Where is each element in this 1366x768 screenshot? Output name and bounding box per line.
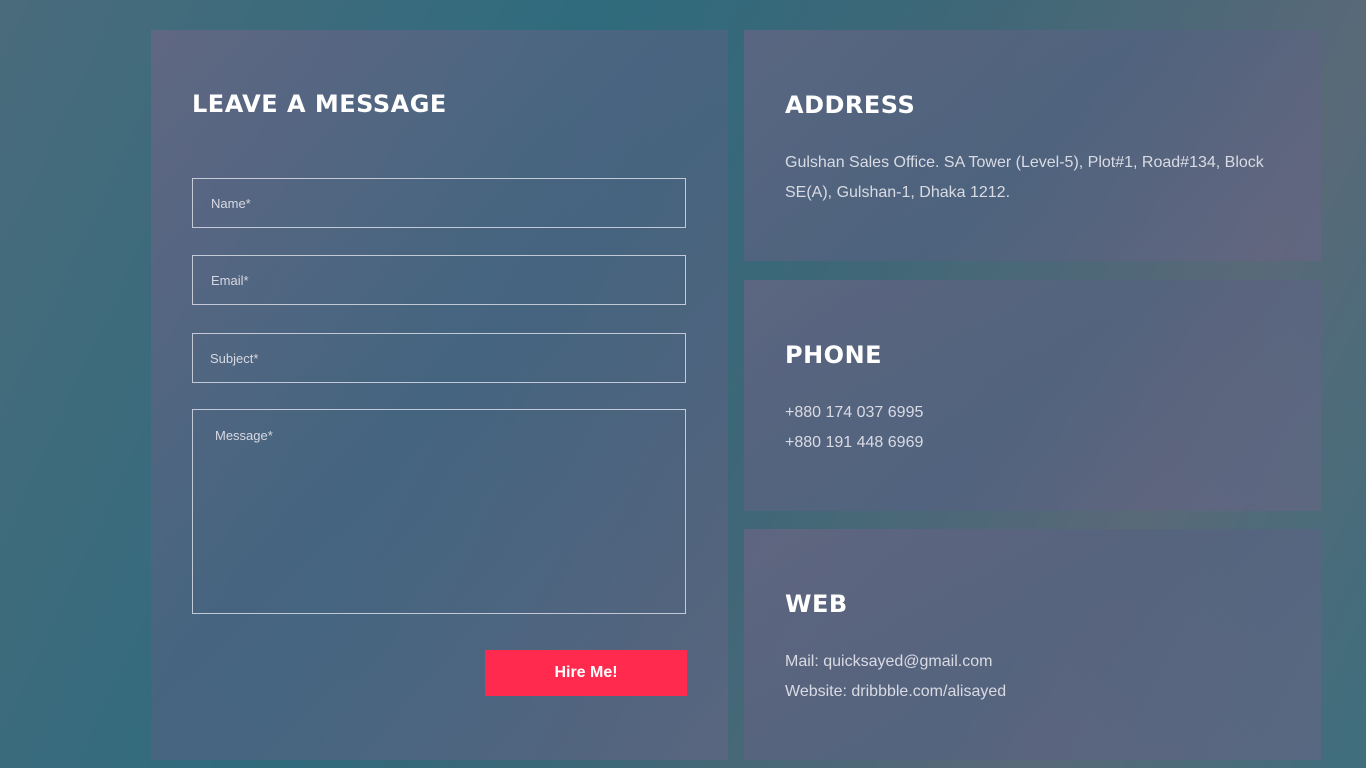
- address-panel: ADDRESS Gulshan Sales Office. SA Tower (…: [744, 30, 1321, 261]
- address-title: ADDRESS: [785, 91, 916, 119]
- phone-number-primary: +880 174 037 6995: [785, 404, 924, 421]
- address-text: Gulshan Sales Office. SA Tower (Level-5)…: [785, 154, 1264, 201]
- mail-text: Mail: quicksayed@gmail.com: [785, 653, 993, 670]
- subject-input[interactable]: [192, 333, 686, 383]
- hire-me-button[interactable]: Hire Me!: [485, 650, 687, 696]
- email-input[interactable]: [192, 255, 686, 305]
- form-title: LEAVE A MESSAGE: [192, 90, 447, 118]
- phone-number-secondary: +880 191 448 6969: [785, 434, 924, 451]
- phone-panel: PHONE +880 174 037 6995 +880 191 448 696…: [744, 280, 1321, 511]
- phone-title: PHONE: [785, 341, 883, 369]
- web-title: WEB: [785, 590, 848, 618]
- web-list: Mail: quicksayed@gmail.com Website: drib…: [785, 647, 1290, 707]
- contact-form-panel: LEAVE A MESSAGE Hire Me!: [151, 30, 728, 760]
- name-input[interactable]: [192, 178, 686, 228]
- website-text: Website: dribbble.com/alisayed: [785, 683, 1007, 700]
- web-panel: WEB Mail: quicksayed@gmail.com Website: …: [744, 529, 1321, 760]
- phone-list: +880 174 037 6995 +880 191 448 6969: [785, 398, 1290, 458]
- message-textarea[interactable]: [192, 409, 686, 614]
